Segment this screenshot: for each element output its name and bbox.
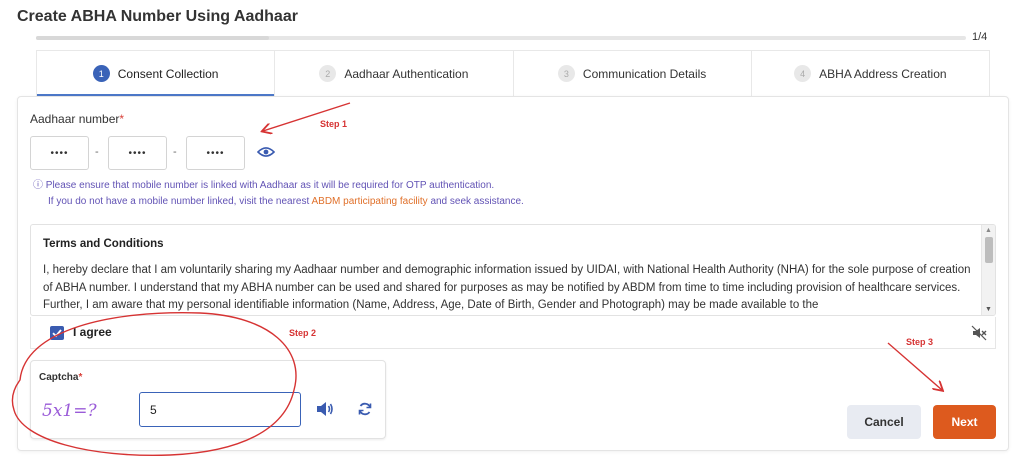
terms-text: I, hereby declare that I am voluntarily … xyxy=(43,264,971,311)
progress-label: 1/4 xyxy=(972,31,988,43)
aadhaar-segment-2[interactable]: •••• xyxy=(108,136,167,170)
scroll-up-icon[interactable]: ▲ xyxy=(985,227,992,234)
step-label: Communication Details xyxy=(582,66,707,81)
mute-icon[interactable] xyxy=(971,325,987,341)
info-text-suffix: and seek assistance. xyxy=(430,196,524,207)
required-mark: * xyxy=(119,112,125,126)
terms-title: Terms and Conditions xyxy=(43,238,164,250)
aadhaar-label-text: Aadhaar number xyxy=(30,112,120,126)
refresh-icon[interactable] xyxy=(357,401,373,417)
aadhaar-separator: - xyxy=(95,146,99,158)
eye-icon[interactable] xyxy=(257,146,275,158)
step-number: 1 xyxy=(92,65,110,82)
step-label: Aadhaar Authentication xyxy=(344,66,469,81)
progress-fill xyxy=(36,36,269,40)
step-aadhaar-authentication[interactable]: 2 Aadhaar Authentication xyxy=(275,51,514,96)
step-number: 3 xyxy=(557,65,575,82)
abdm-facility-link[interactable]: ABDM participating facility xyxy=(312,196,428,207)
terms-scrollbar[interactable]: ▲ ▼ xyxy=(981,225,995,315)
info-text: Please ensure that mobile number is link… xyxy=(45,180,495,191)
next-button[interactable]: Next xyxy=(933,405,996,439)
terms-box[interactable]: Terms and Conditions I, hereby declare t… xyxy=(30,224,996,316)
annotation-step-2: Step 2 xyxy=(289,328,317,338)
aadhaar-segment-1[interactable]: •••• xyxy=(30,136,89,170)
speaker-icon[interactable] xyxy=(316,401,334,417)
step-number: 2 xyxy=(319,65,337,82)
check-icon xyxy=(52,329,62,338)
page-title: Create ABHA Number Using Aadhaar xyxy=(17,8,298,25)
step-communication-details[interactable]: 3 Communication Details xyxy=(514,51,752,96)
scroll-down-icon[interactable]: ▼ xyxy=(985,306,992,313)
annotation-step-1: Step 1 xyxy=(320,119,348,129)
aadhaar-separator: - xyxy=(173,146,177,158)
annotation-step-3: Step 3 xyxy=(906,337,934,347)
cancel-button[interactable]: Cancel xyxy=(847,405,921,439)
aadhaar-label: Aadhaar number* xyxy=(30,112,124,126)
agree-checkbox[interactable] xyxy=(50,326,64,340)
progress-bar xyxy=(36,36,966,40)
aadhaar-segment-3[interactable]: •••• xyxy=(186,136,245,170)
agree-label: I agree xyxy=(73,325,112,339)
required-mark: * xyxy=(78,372,83,383)
scroll-thumb[interactable] xyxy=(985,237,993,263)
info-icon: ⓘ xyxy=(33,180,43,191)
stepper: 1 Consent Collection 2 Aadhaar Authentic… xyxy=(36,50,990,97)
captcha-label: Captcha* xyxy=(39,372,82,383)
captcha-label-text: Captcha xyxy=(39,372,79,383)
step-abha-address-creation[interactable]: 4 ABHA Address Creation xyxy=(752,51,989,96)
step-consent-collection[interactable]: 1 Consent Collection xyxy=(37,51,276,97)
info-message-2: If you do not have a mobile number linke… xyxy=(48,196,524,207)
captcha-input[interactable] xyxy=(139,392,301,427)
step-label: Consent Collection xyxy=(117,66,219,81)
agree-row: I agree xyxy=(30,317,996,349)
step-number: 4 xyxy=(794,65,812,82)
info-message: ⓘ Please ensure that mobile number is li… xyxy=(33,176,494,191)
captcha-box: Captcha* 5x1=? xyxy=(30,360,386,439)
step-label: ABHA Address Creation xyxy=(819,66,947,81)
info-text-prefix: If you do not have a mobile number linke… xyxy=(48,196,310,207)
captcha-image: 5x1=? xyxy=(42,401,97,421)
